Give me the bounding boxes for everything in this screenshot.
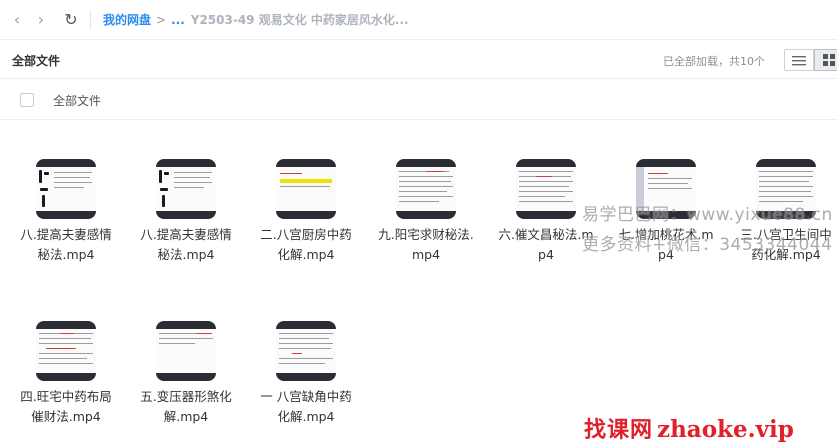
file-item[interactable]: 一 八宫缺角中药化解.mp4 — [255, 321, 365, 436]
breadcrumb-ellipsis-link[interactable]: ... — [171, 13, 185, 27]
file-name: 三.八宫卫生间中药化解.mp4 — [740, 227, 832, 262]
video-thumbnail — [36, 321, 96, 381]
breadcrumb-separator: > — [156, 12, 167, 27]
forward-arrow-icon[interactable]: › — [30, 9, 52, 31]
video-thumbnail — [36, 159, 96, 219]
grid-view-icon — [823, 54, 835, 66]
file-item[interactable]: 六.催文昌秘法.mp4 — [495, 159, 605, 274]
breadcrumb: 我的网盘 > ... Y2503-49 观易文化 中药家居风水化... — [103, 11, 409, 28]
file-item[interactable]: 二.八宫厨房中药化解.mp4 — [255, 159, 365, 274]
video-thumbnail — [396, 159, 456, 219]
list-view-button[interactable] — [784, 49, 814, 71]
video-thumbnail — [276, 321, 336, 381]
video-thumbnail — [156, 321, 216, 381]
file-item[interactable]: 三.八宫卫生间中药化解.mp4 — [735, 159, 837, 274]
file-item[interactable]: 九.阳宅求财秘法.mp4 — [375, 159, 485, 274]
breadcrumb-root-link[interactable]: 我的网盘 — [103, 11, 151, 28]
file-item[interactable]: 七.增加桃花术.mp4 — [615, 159, 725, 274]
list-view-icon — [792, 55, 806, 65]
page-title: 全部文件 — [12, 54, 61, 68]
file-item[interactable]: 四.旺宅中药布局催财法.mp4 — [15, 321, 125, 436]
video-thumbnail — [156, 159, 216, 219]
select-all-row: 全部文件 — [0, 80, 837, 120]
file-name: 六.催文昌秘法.mp4 — [498, 227, 594, 262]
breadcrumb-current-folder: Y2503-49 观易文化 中药家居风水化... — [190, 13, 409, 27]
file-list-header: 全部文件 已全部加载，共10个 — [0, 41, 837, 79]
file-name: 七.增加桃花术.mp4 — [618, 227, 714, 262]
file-name: 一 八宫缺角中药化解.mp4 — [260, 389, 352, 424]
video-thumbnail — [636, 159, 696, 219]
brand-watermark: 找课网 zhaoke.vip — [584, 412, 794, 444]
select-all-checkbox[interactable] — [20, 93, 34, 107]
file-item[interactable]: 五.变压器形煞化解.mp4 — [135, 321, 245, 436]
grid-view-button[interactable] — [814, 49, 837, 71]
brand-domain: zhaoke.vip — [657, 416, 794, 443]
select-all-label: 全部文件 — [53, 94, 102, 108]
back-arrow-icon[interactable]: ‹ — [6, 9, 28, 31]
load-status-text: 已全部加载，共10个 — [663, 55, 765, 68]
file-item[interactable]: 八.提高夫妻感情秘法.mp4 — [15, 159, 125, 274]
file-name: 四.旺宅中药布局催财法.mp4 — [20, 389, 112, 424]
file-name: 八.提高夫妻感情秘法.mp4 — [20, 227, 112, 262]
refresh-icon[interactable]: ↻ — [60, 9, 82, 31]
file-item[interactable]: 八.提高夫妻感情秘法.mp4 — [135, 159, 245, 274]
video-thumbnail — [756, 159, 816, 219]
video-thumbnail — [276, 159, 336, 219]
top-navigation-bar: ‹ › ↻ 我的网盘 > ... Y2503-49 观易文化 中药家居风水化..… — [0, 0, 837, 40]
file-name: 八.提高夫妻感情秘法.mp4 — [140, 227, 232, 262]
divider — [90, 9, 91, 30]
file-name: 九.阳宅求财秘法.mp4 — [378, 227, 474, 262]
file-name: 二.八宫厨房中药化解.mp4 — [260, 227, 352, 262]
video-thumbnail — [516, 159, 576, 219]
brand-chinese-name: 找课网 — [584, 418, 654, 443]
file-name: 五.变压器形煞化解.mp4 — [140, 389, 232, 424]
